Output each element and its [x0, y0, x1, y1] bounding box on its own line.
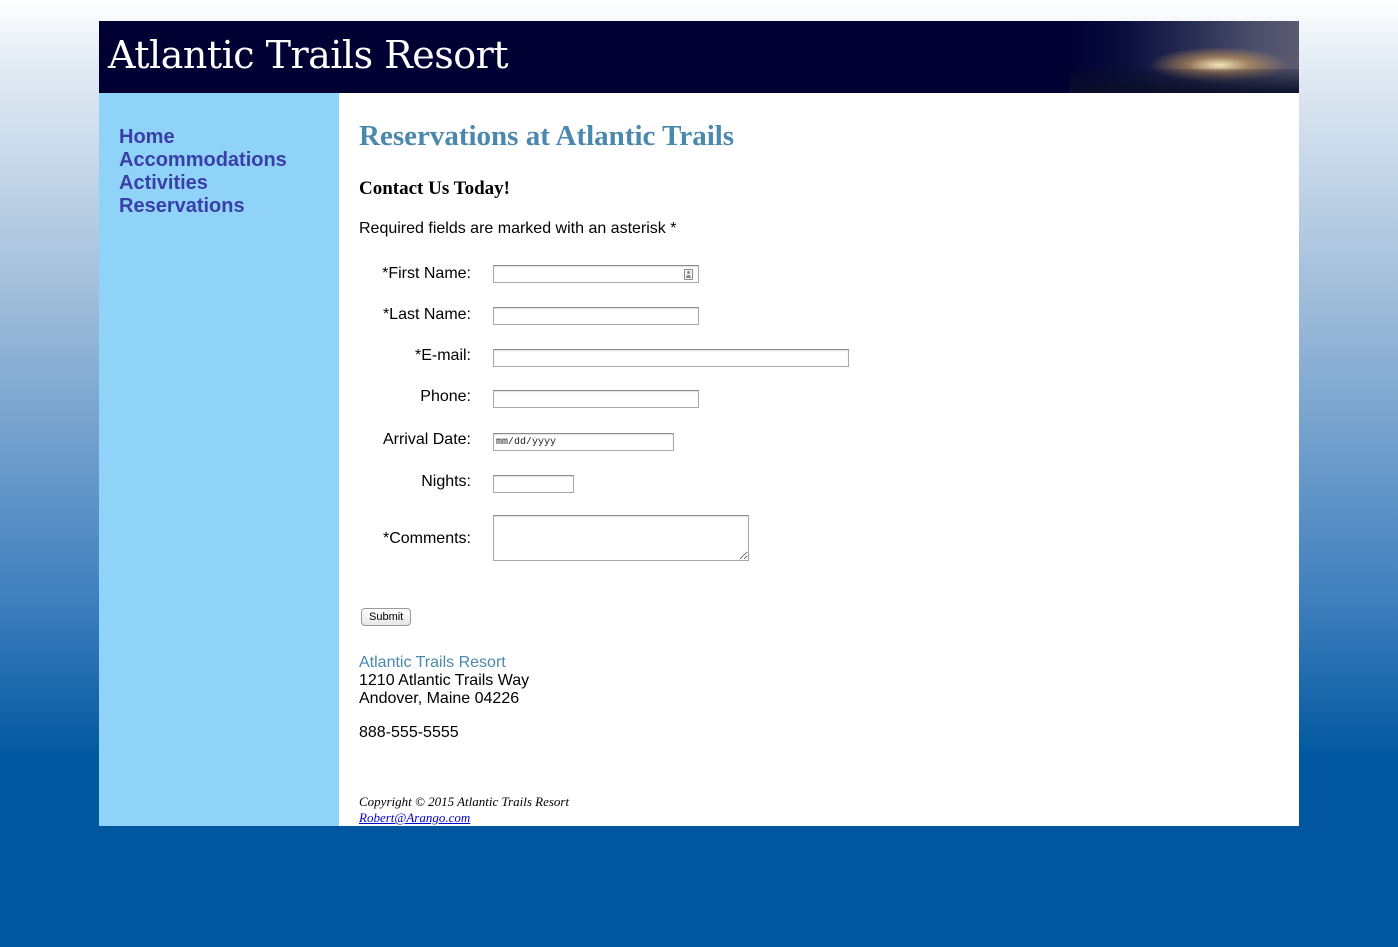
nights-label: Nights:: [421, 473, 471, 490]
copyright-text: Copyright © 2015 Atlantic Trails Resort: [359, 794, 570, 809]
page-title: Reservations at Atlantic Trails: [359, 120, 735, 152]
address-street: 1210 Atlantic Trails Way: [359, 672, 530, 689]
nav-item-activities: Activities: [119, 172, 339, 195]
footer-email-link[interactable]: Robert@Arango.com: [359, 810, 470, 825]
address-city: Andover, Maine 04226: [359, 690, 520, 707]
comments-textarea[interactable]: [493, 515, 749, 561]
arrival-date-label: Arrival Date:: [382, 431, 471, 448]
nav-link-home[interactable]: Home: [119, 126, 175, 148]
nav-link-activities[interactable]: Activities: [119, 172, 208, 194]
site-header: Atlantic Trails Resort: [99, 21, 1299, 93]
sidebar-nav: Home Accommodations Activities Reservati…: [99, 93, 339, 826]
required-fields-note: Required fields are marked with an aster…: [359, 220, 677, 237]
contact-heading: Contact Us Today!: [359, 178, 510, 199]
email-input[interactable]: [493, 349, 849, 367]
page-wrapper: Atlantic Trails Resort Home Accommodatio…: [99, 21, 1299, 826]
nav-list: Home Accommodations Activities Reservati…: [99, 93, 339, 218]
nav-item-accommodations: Accommodations: [119, 149, 339, 172]
first-name-label: *First Name:: [382, 265, 471, 282]
contact-card-icon[interactable]: [684, 269, 693, 280]
phone-input[interactable]: [493, 390, 699, 408]
nav-item-reservations: Reservations: [119, 195, 339, 218]
first-name-input[interactable]: [493, 265, 699, 283]
submit-button[interactable]: Submit: [361, 608, 412, 626]
nav-item-home: Home: [119, 126, 339, 149]
main-content: Reservations at Atlantic Trails Contact …: [359, 93, 1279, 826]
arrival-date-input[interactable]: [493, 433, 674, 451]
last-name-input[interactable]: [493, 307, 699, 325]
site-title: Atlantic Trails Resort: [108, 33, 509, 77]
nav-link-reservations[interactable]: Reservations: [119, 195, 245, 217]
comments-label: *Comments:: [382, 530, 471, 547]
address-resort-name: Atlantic Trails Resort: [359, 654, 506, 671]
sunrise-image: [1069, 21, 1299, 93]
resort-phone: 888-555-5555: [359, 724, 459, 741]
last-name-label: *Last Name:: [382, 306, 471, 323]
page-footer: Copyright © 2015 Atlantic Trails Resort …: [359, 794, 569, 826]
resort-address: Atlantic Trails Resort 1210 Atlantic Tra…: [359, 654, 529, 708]
email-label: *E-mail:: [414, 347, 471, 364]
phone-label: Phone:: [420, 388, 471, 405]
nights-input[interactable]: [493, 475, 574, 493]
nav-link-accommodations[interactable]: Accommodations: [119, 149, 287, 171]
